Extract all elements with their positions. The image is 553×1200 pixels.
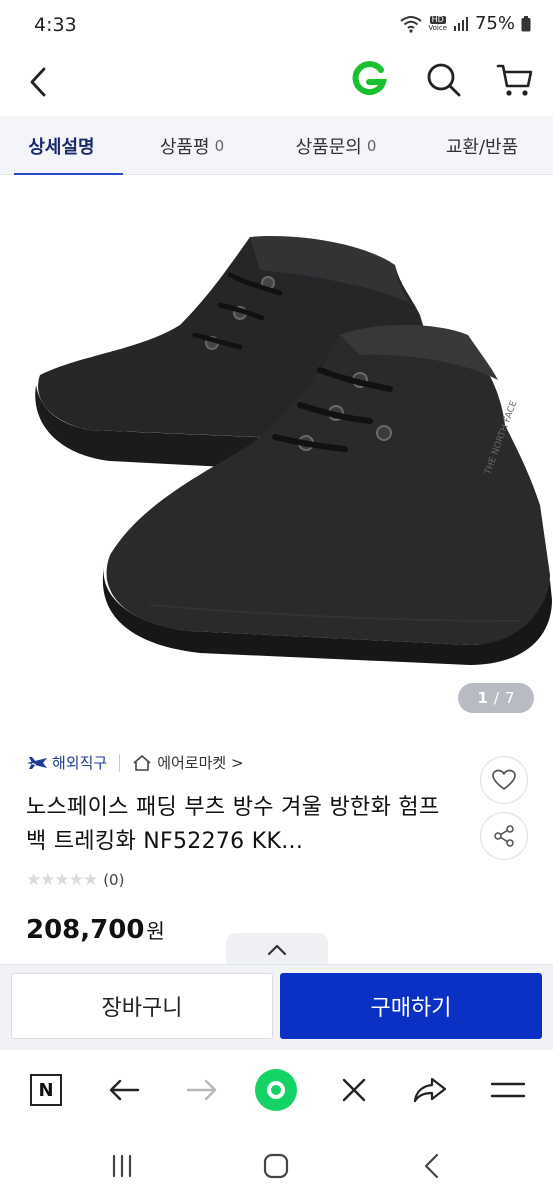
close-tab-button[interactable] — [332, 1068, 376, 1112]
share-icon — [494, 825, 514, 847]
home-button-icon — [263, 1153, 289, 1179]
forward-nav-button[interactable] — [180, 1068, 224, 1112]
battery-percent: 75% — [474, 13, 515, 34]
add-to-cart-button[interactable]: 장바구니 — [11, 973, 273, 1039]
recents-button[interactable] — [102, 1146, 142, 1186]
overseas-badge: 해외직구 — [26, 752, 107, 773]
rating-stars: ★★★★★ — [26, 870, 98, 890]
signal-icon — [453, 16, 468, 31]
status-indicators: HD Voice 75% — [400, 13, 531, 34]
send-icon — [413, 1077, 447, 1103]
battery-icon — [521, 15, 531, 31]
back-icon — [30, 67, 46, 97]
arrow-left-icon — [109, 1079, 140, 1101]
product-meta: 해외직구 에어로마켓 > — [26, 752, 244, 773]
naver-green-dot-button[interactable] — [254, 1068, 298, 1112]
menu-icon — [490, 1082, 526, 1098]
tab-exchange-return[interactable]: 교환/반품 — [411, 116, 553, 175]
naver-n-icon: N — [30, 1074, 62, 1106]
browser-toolbar: N — [0, 1050, 553, 1130]
forward-icon — [186, 1079, 217, 1101]
heart-icon — [492, 769, 516, 790]
buy-now-button[interactable]: 구매하기 — [280, 973, 542, 1039]
product-title: 노스페이스 패딩 부츠 방수 겨울 방한화 험프백 트레킹화 NF52276 K… — [26, 795, 440, 854]
menu-button[interactable] — [486, 1068, 530, 1112]
chevron-up-icon — [267, 944, 287, 956]
hd-voice-badge: HD Voice — [428, 14, 447, 32]
system-back-button[interactable] — [412, 1146, 452, 1186]
tab-reviews[interactable]: 상품평 0 — [123, 116, 261, 175]
shop-link[interactable]: 에어로마켓 > — [132, 752, 244, 773]
product-image[interactable]: THE NORTH FACE — [0, 175, 553, 735]
close-icon — [342, 1078, 366, 1102]
recents-icon — [112, 1154, 132, 1178]
tab-description[interactable]: 상세설명 — [0, 116, 123, 176]
wifi-icon — [400, 15, 422, 33]
wishlist-button[interactable] — [480, 756, 528, 804]
system-nav-bar — [0, 1130, 553, 1200]
cart-button[interactable] — [494, 58, 536, 100]
search-icon — [427, 63, 461, 97]
purchase-bar: 장바구니 구매하기 — [0, 964, 553, 1050]
boots-illustration: THE NORTH FACE — [35, 236, 553, 665]
meta-divider — [119, 753, 121, 772]
send-share-button[interactable] — [408, 1068, 452, 1112]
app-header — [0, 52, 553, 116]
rating-count: (0) — [103, 871, 125, 889]
image-counter: 1 / 7 — [458, 683, 534, 713]
g-logo-icon — [352, 61, 388, 96]
status-bar: 4:33 HD Voice 75% — [0, 0, 553, 52]
detail-tabs: 상세설명 상품평 0 상품문의 0 교환/반품 — [0, 116, 553, 176]
back-button[interactable] — [20, 60, 60, 100]
expand-options-tab[interactable] — [226, 933, 328, 967]
product-price: 208,700 원 — [26, 915, 165, 945]
tab-inquiries[interactable]: 상품문의 0 — [261, 116, 411, 175]
share-button[interactable] — [480, 812, 528, 860]
naver-home-button[interactable]: N — [24, 1068, 68, 1112]
airplane-icon — [27, 756, 47, 769]
gmarket-logo-button[interactable] — [348, 58, 390, 100]
cart-icon — [496, 64, 533, 96]
home-icon — [133, 754, 151, 771]
status-time: 4:33 — [34, 14, 77, 36]
system-back-icon — [424, 1153, 439, 1179]
home-system-button[interactable] — [256, 1146, 296, 1186]
search-button[interactable] — [422, 58, 464, 100]
back-nav-button[interactable] — [102, 1068, 146, 1112]
rating[interactable]: ★★★★★ (0) — [26, 870, 124, 890]
green-dot-icon — [255, 1069, 297, 1111]
